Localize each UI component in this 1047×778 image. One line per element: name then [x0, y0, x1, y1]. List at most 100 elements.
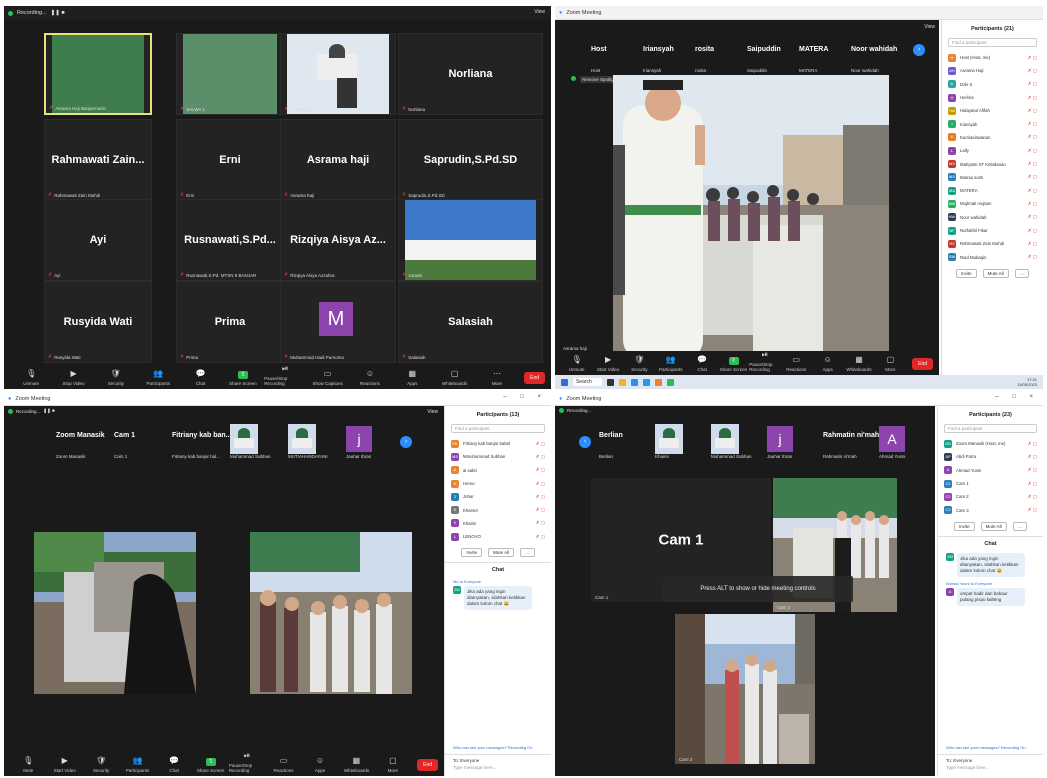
participant-row[interactable]: J Johar ✗ ▢	[445, 490, 551, 503]
pause-icon[interactable]: ❚❚ ■	[51, 10, 65, 16]
participant-search-input[interactable]: Find a participant	[451, 424, 545, 433]
strip-participant-name[interactable]: MATERA	[799, 46, 828, 53]
task-view-icon[interactable]	[606, 378, 614, 386]
chat-visibility-note[interactable]: Who can see your messages? Recording On	[445, 741, 551, 754]
chat-input[interactable]: Type message here...	[938, 764, 1043, 776]
participant-tile[interactable]: M ✗ Muhammad Hadi Purnomo	[280, 281, 396, 363]
participant-row[interactable]: I Iriansyah ✗ ▢	[942, 117, 1043, 130]
participant-search-input[interactable]: Find a participant	[944, 424, 1037, 433]
participant-tile[interactable]: ✗ Asrama Haji Banjarmasin	[44, 33, 152, 115]
invite-button[interactable]: Invite	[461, 548, 483, 558]
end-meeting-button[interactable]: End	[912, 358, 934, 370]
recording-label[interactable]: Recording...	[17, 10, 47, 16]
toolbar-appsbutton[interactable]: ☺ Apps	[302, 756, 338, 773]
toolbar-pause-stop-recordingbutton[interactable]: ⏯ Pause/Stop Recording	[749, 350, 780, 372]
chat-input[interactable]: Type message here...	[445, 764, 551, 776]
zoom-taskbar-icon[interactable]	[630, 378, 638, 386]
participant-tile[interactable]: Rahmawati Zain... ✗ Rahmawati Zain Muhdi	[44, 119, 152, 201]
toolbar-reactionsbutton[interactable]: ▭ Reactions	[781, 355, 812, 372]
strip-participant-name[interactable]: Berlian	[599, 432, 623, 439]
toolbar-share-screenbutton[interactable]: ⇧ Share Screen	[718, 357, 749, 372]
participant-row[interactable]: L Lally ✗ ▢	[942, 144, 1043, 157]
edge-icon[interactable]	[642, 378, 650, 386]
toolbar-chatbutton[interactable]: 💬 Chat	[179, 369, 221, 386]
strip-participant-name[interactable]: j	[767, 426, 793, 452]
toolbar-unmutebutton[interactable]: 🎙 Unmute	[10, 369, 52, 386]
more-options-button[interactable]: …	[1012, 521, 1028, 531]
participant-row[interactable]: MS Mamia sonti ✗ ▢	[942, 171, 1043, 184]
toolbar-pause-stop-recordingbutton[interactable]: ⏯ Pause/Stop Recording	[264, 364, 306, 386]
mute-all-button[interactable]: Mute All	[488, 548, 515, 558]
participant-tile[interactable]: Erni ✗ Erni	[176, 119, 284, 201]
view-button[interactable]: View	[427, 409, 438, 415]
toolbar-appsbutton[interactable]: ☺ Apps	[812, 355, 843, 372]
participant-row[interactable]: K Kharsel ✗ ▢	[445, 503, 551, 516]
participant-tile[interactable]: Rizqiya Aisya Az... ✗ Rizqiya Aisya Azzahr…	[280, 199, 396, 281]
recording-label[interactable]: Recording...	[567, 408, 591, 413]
window-controls-icon[interactable]: – □ ×	[503, 394, 547, 400]
participant-row[interactable]: L LENOVO ✗ ▢	[445, 530, 551, 543]
toolbar-stop-videobutton[interactable]: ▶ Stop Video	[52, 369, 94, 386]
participant-row[interactable]: MA MATERA ✗ ▢	[942, 184, 1043, 197]
strip-participant-name[interactable]: rosita	[695, 46, 714, 53]
participant-row[interactable]: MS Mahyanti ST Kebidanan ✗ ▢	[942, 157, 1043, 170]
participant-tile[interactable]: Saprudin,S.Pd.SD ✗ Saprudin,S.Pd.SD	[398, 119, 543, 201]
toolbar-participantsbutton[interactable]: 👥 Participants	[655, 355, 686, 372]
participant-tile[interactable]: ✗ RADIO SMS	[280, 33, 396, 115]
toolbar-reactionsbutton[interactable]: ☺ Reactions	[349, 369, 391, 386]
participant-row[interactable]: ZM Zoom Manasik (Host, me) ✗ ▢	[938, 437, 1043, 450]
toolbar-whiteboardsbutton[interactable]: ▦ Whiteboards	[843, 355, 874, 372]
strip-participant-name[interactable]: Fitriany kab ban...	[172, 432, 232, 439]
participant-row[interactable]: K Khairis ✗ ▢	[445, 517, 551, 530]
participant-row[interactable]: NF Nurfakhil Fikar ✗ ▢	[942, 224, 1043, 237]
participant-row[interactable]: NW Noor wahidah ✗ ▢	[942, 211, 1043, 224]
participant-row[interactable]: RZ Rahmawati Zain Muhdi ✗ ▢	[942, 237, 1043, 250]
toolbar-start-videobutton[interactable]: ▶ Start Video	[592, 355, 623, 372]
toolbar-whiteboardsbutton[interactable]: ▦ Whiteboards	[338, 756, 374, 773]
toolbar-morebutton[interactable]: ⋯ More	[476, 369, 518, 386]
participant-tile[interactable]: Salasiah ✗ Salasiah	[398, 281, 543, 363]
participant-tile[interactable]: ✗ SALWA 1	[176, 33, 284, 115]
taskbar-search[interactable]: Search	[573, 378, 602, 386]
invite-button[interactable]: Invite	[953, 521, 975, 531]
toolbar-show-captionsbutton[interactable]: ▭ Show Captions	[306, 369, 348, 386]
participant-tile[interactable]: Rusyida Wati ✗ Rusyida Wati	[44, 281, 152, 363]
participant-row[interactable]: K Kurniasiswanan ✗ ▢	[942, 131, 1043, 144]
participant-tile[interactable]: Ayi ✗ Ayi	[44, 199, 152, 281]
strip-participant-name[interactable]: Host	[591, 46, 607, 53]
participant-row[interactable]: AP Abdi Putra ✗ ▢	[938, 450, 1043, 463]
participant-row[interactable]: MM Mujtmati mujtam ✗ ▢	[942, 197, 1043, 210]
view-button[interactable]: View	[924, 24, 935, 30]
file-explorer-icon[interactable]	[618, 378, 626, 386]
participant-row[interactable]: C2 Cam 2 ✗ ▢	[938, 490, 1043, 503]
participant-search-input[interactable]: Find a participant	[948, 38, 1037, 47]
toolbar-unmutebutton[interactable]: 🎙 Unmute	[561, 355, 592, 372]
participant-row[interactable]: H Host (Host, me) ✗ ▢	[942, 51, 1043, 64]
toolbar-pause-stop-recordingbutton[interactable]: ⏯ Pause/Stop Recording	[229, 751, 265, 773]
view-button[interactable]: View	[534, 9, 545, 15]
next-page-icon[interactable]: ›	[400, 436, 412, 448]
prev-page-icon[interactable]: ‹	[579, 436, 591, 448]
toolbar-securitybutton[interactable]: 🛡 Security	[95, 369, 137, 386]
strip-participant-name[interactable]: A	[879, 426, 905, 452]
toolbar-participantsbutton[interactable]: 👥 Participants	[137, 369, 179, 386]
pause-icon[interactable]: ❚❚ ■	[43, 408, 55, 414]
strip-participant-video[interactable]	[655, 424, 683, 454]
participant-row[interactable]: Aai sabri ✗ ▢	[445, 464, 551, 477]
mute-all-button[interactable]: Mute All	[980, 521, 1007, 531]
strip-participant-video[interactable]	[711, 424, 739, 454]
strip-participant-video[interactable]	[230, 424, 258, 454]
strip-participant-name[interactable]: Saipuddin	[747, 46, 781, 53]
participant-row[interactable]: AH Asrama Haji ✗ ▢	[942, 64, 1043, 77]
strip-participant-name[interactable]: Cam 1	[114, 432, 135, 439]
more-options-button[interactable]: …	[520, 548, 535, 558]
participant-row[interactable]: C3 Cam 3 ✗ ▢	[938, 503, 1043, 516]
participant-row[interactable]: H Hersu ✗ ▢	[445, 477, 551, 490]
chrome-icon[interactable]	[666, 378, 674, 386]
participant-row[interactable]: C1 Cam 1 ✗ ▢	[938, 477, 1043, 490]
strip-participant-name[interactable]: Noor wahidah	[851, 46, 897, 53]
strip-participant-name[interactable]: Rahmatin ni'mah	[823, 432, 879, 439]
participant-tile[interactable]: ✗ Jurasik	[398, 199, 543, 281]
window-controls-icon[interactable]: – □ ×	[995, 394, 1039, 400]
recording-label[interactable]: Recording...	[16, 409, 40, 414]
